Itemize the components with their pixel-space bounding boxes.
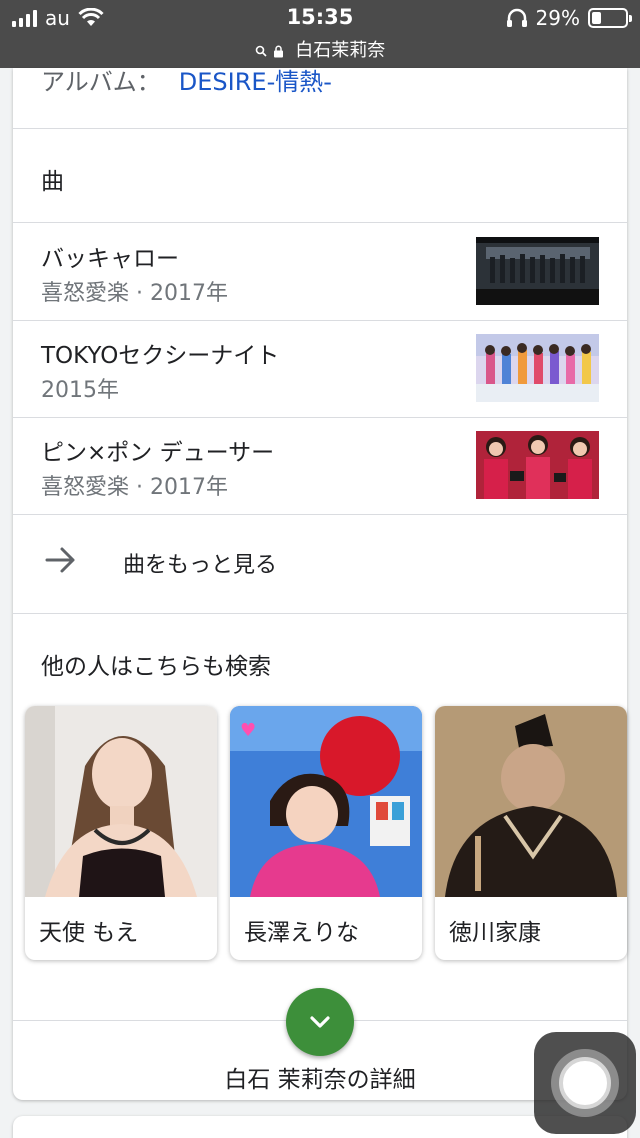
battery-icon xyxy=(588,8,632,28)
lock-icon xyxy=(273,45,283,57)
address-bar[interactable]: 白石茉莉奈 xyxy=(0,36,640,62)
song-subtitle: 喜怒愛楽 · 2017年 xyxy=(41,475,228,500)
related-person-name: 長澤えりな xyxy=(244,920,359,946)
video-thumbnail[interactable] xyxy=(476,237,599,305)
album-row: アルバム： DESIRE-情熱- xyxy=(41,62,332,97)
related-section-title: 他の人はこちらも検索 xyxy=(41,654,271,680)
more-songs-label: 曲をもっと見る xyxy=(123,553,278,578)
headphones-icon xyxy=(506,8,527,27)
person-photo: ♥ xyxy=(230,706,422,897)
album-label: アルバム： xyxy=(41,68,161,96)
url-text: 白石茉莉奈 xyxy=(295,40,386,61)
album-link[interactable]: DESIRE-情熱- xyxy=(179,68,332,96)
search-icon xyxy=(255,45,267,57)
related-person-name: 天使 もえ xyxy=(39,920,139,946)
song-row[interactable]: ピン×ポン デューサー 喜怒愛楽 · 2017年 xyxy=(13,417,627,514)
divider xyxy=(13,128,627,129)
related-person-card[interactable]: 徳川家康 xyxy=(435,706,627,960)
person-photo xyxy=(435,706,627,897)
svg-text:♥: ♥ xyxy=(240,720,256,741)
status-bar: au 15:35 29% 白石茉莉奈 xyxy=(0,0,640,68)
person-photo xyxy=(25,706,217,897)
songs-section-title: 曲 xyxy=(41,169,64,195)
song-row[interactable]: バッキャロー 喜怒愛楽 · 2017年 xyxy=(13,223,627,320)
assistive-touch-button[interactable] xyxy=(534,1032,636,1134)
chevron-down-icon xyxy=(310,1016,330,1028)
expand-details-button[interactable] xyxy=(286,988,354,1056)
song-row[interactable]: TOKYOセクシーナイト 2015年 xyxy=(13,320,627,417)
video-thumbnail[interactable] xyxy=(476,334,599,402)
status-right: 29% xyxy=(506,6,632,30)
song-subtitle: 喜怒愛楽 · 2017年 xyxy=(41,281,228,306)
battery-percent: 29% xyxy=(535,6,580,30)
related-person-card[interactable]: 天使 もえ xyxy=(25,706,217,960)
video-thumbnail[interactable] xyxy=(476,431,599,499)
divider xyxy=(13,613,627,614)
more-songs-link[interactable]: 曲をもっと見る xyxy=(13,514,627,613)
song-title: TOKYOセクシーナイト xyxy=(41,343,280,369)
knowledge-card: アルバム： DESIRE-情熱- 曲 バッキャロー 喜怒愛楽 · 2017年 TO… xyxy=(13,68,627,1100)
song-title: ピン×ポン デューサー xyxy=(41,440,275,466)
song-subtitle: 2015年 xyxy=(41,378,119,403)
assistive-touch-inner-circle xyxy=(559,1057,611,1109)
related-person-name: 徳川家康 xyxy=(449,920,541,946)
song-title: バッキャロー xyxy=(41,246,179,272)
related-person-card[interactable]: ♥ 長澤えりな xyxy=(230,706,422,960)
arrow-right-icon xyxy=(45,547,75,573)
